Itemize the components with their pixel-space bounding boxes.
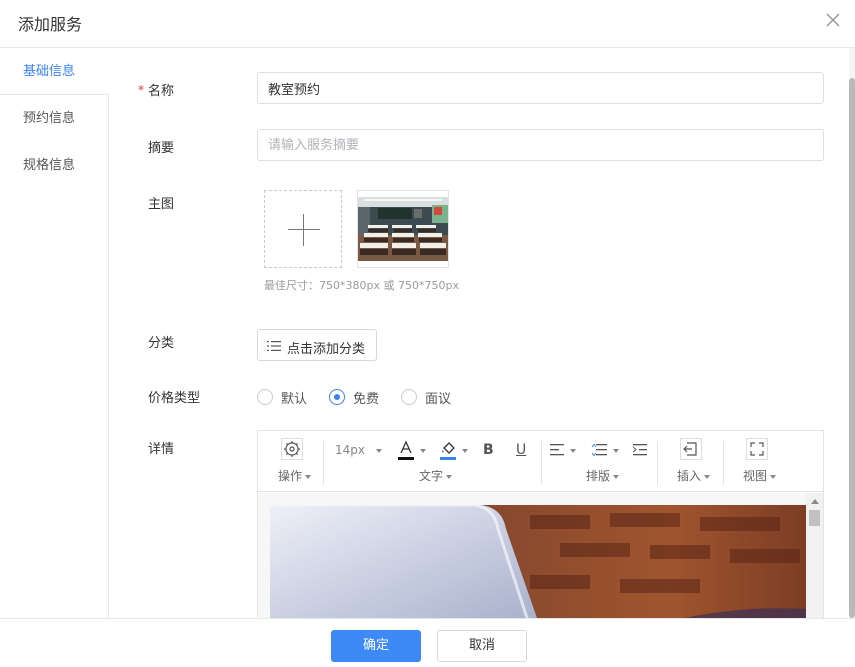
dialog-footer: 确定 取消 xyxy=(0,618,855,667)
chevron-down-icon[interactable] xyxy=(570,449,576,453)
rich-text-editor[interactable]: 操作 14px B U 文字 排版 插入 视图 xyxy=(257,430,824,621)
cancel-button[interactable]: 取消 xyxy=(437,630,527,662)
chevron-down-icon[interactable] xyxy=(420,449,426,453)
font-color-icon[interactable] xyxy=(398,440,414,460)
editor-image[interactable] xyxy=(270,505,806,621)
insert-icon[interactable] xyxy=(680,438,702,460)
laptop-photo-icon xyxy=(270,505,806,621)
background-color-icon[interactable] xyxy=(440,440,456,460)
fullscreen-icon[interactable] xyxy=(746,438,768,460)
required-mark: * xyxy=(138,83,144,97)
add-category-button[interactable]: 点击添加分类 xyxy=(257,329,377,361)
scroll-up-icon[interactable] xyxy=(811,499,819,504)
sidebar-tabs: 基础信息 预约信息 规格信息 xyxy=(0,48,109,618)
summary-label: 摘要 xyxy=(148,141,175,156)
editor-content[interactable] xyxy=(258,493,823,621)
plus-icon xyxy=(288,229,320,230)
details-label: 详情 xyxy=(148,442,175,457)
radio-free-label: 免费 xyxy=(353,392,380,407)
chevron-down-icon[interactable] xyxy=(376,449,382,453)
radio-circle[interactable] xyxy=(329,389,345,405)
toolbar-group-layout[interactable]: 排版 xyxy=(586,467,620,484)
classroom-photo-icon xyxy=(358,197,448,261)
editor-scrollbar[interactable] xyxy=(806,493,823,621)
dialog-header: 添加服务 xyxy=(0,0,855,48)
font-size-select[interactable]: 14px xyxy=(335,443,365,463)
editor-scrollbar-thumb[interactable] xyxy=(809,510,820,526)
tab-spec-info[interactable]: 规格信息 xyxy=(0,142,108,189)
align-icon[interactable] xyxy=(550,444,564,464)
toolbar-group-operation[interactable]: 操作 xyxy=(278,467,312,484)
toolbar-group-text[interactable]: 文字 xyxy=(419,467,453,484)
price-type-label: 价格类型 xyxy=(148,391,201,406)
tab-booking-info[interactable]: 预约信息 xyxy=(0,95,108,142)
name-label: 名称 xyxy=(148,84,175,99)
indent-icon[interactable] xyxy=(632,444,647,464)
editor-toolbar: 操作 14px B U 文字 排版 插入 视图 xyxy=(258,431,823,492)
category-label: 分类 xyxy=(148,336,175,351)
page-scrollbar-thumb[interactable] xyxy=(849,78,855,618)
page-scrollbar[interactable] xyxy=(849,48,855,618)
main-image-thumbnail[interactable] xyxy=(357,190,449,268)
settings-icon[interactable] xyxy=(281,438,303,460)
radio-circle[interactable] xyxy=(257,389,273,405)
list-icon xyxy=(267,341,281,351)
name-input[interactable] xyxy=(257,72,824,104)
radio-negotiable-label: 面议 xyxy=(425,392,452,407)
underline-icon[interactable]: U xyxy=(516,442,526,462)
add-category-label: 点击添加分类 xyxy=(287,342,366,357)
bold-icon[interactable]: B xyxy=(483,442,494,462)
tab-basic-info[interactable]: 基础信息 xyxy=(0,48,109,95)
close-icon[interactable] xyxy=(823,10,843,30)
dialog-title: 添加服务 xyxy=(18,15,83,34)
toolbar-group-view[interactable]: 视图 xyxy=(743,467,777,484)
toolbar-group-insert[interactable]: 插入 xyxy=(677,467,711,484)
confirm-button[interactable]: 确定 xyxy=(331,630,421,662)
chevron-down-icon[interactable] xyxy=(613,449,619,453)
line-height-icon[interactable] xyxy=(591,443,607,464)
image-size-hint: 最佳尺寸：750*380px 或 750*750px xyxy=(264,279,459,292)
radio-default-label: 默认 xyxy=(281,392,308,407)
summary-input[interactable] xyxy=(257,129,824,161)
add-service-dialog: 添加服务 基础信息 预约信息 规格信息 * 名称 摘要 主图 xyxy=(0,0,855,667)
radio-circle[interactable] xyxy=(401,389,417,405)
image-upload-button[interactable] xyxy=(264,190,342,268)
chevron-down-icon[interactable] xyxy=(462,449,468,453)
main-image-label: 主图 xyxy=(148,197,175,212)
